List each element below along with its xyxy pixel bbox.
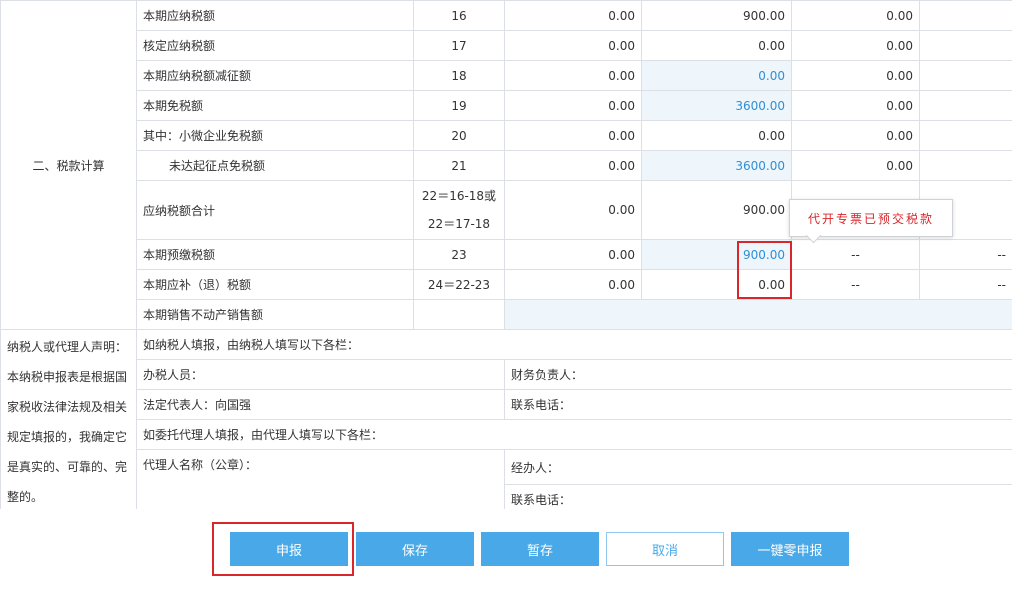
- cell-value[interactable]: 0.00: [504, 0, 642, 31]
- row-label: 本期应纳税额减征额: [136, 60, 414, 91]
- declaration-statement: 纳税人或代理人声明： 本纳税申报表是根据国家税收法律法规及相关规定填报的，我确定…: [0, 329, 137, 515]
- row-label: 核定应纳税额: [136, 30, 414, 61]
- cell-value: --: [791, 269, 920, 300]
- row-label: 未达起征点免税额: [136, 150, 414, 181]
- table-row: 其中：小微企业免税额 20 0.00 0.00 0.00: [1, 120, 1012, 151]
- cell-value[interactable]: 0.00: [504, 239, 642, 270]
- tax-return-page: 二、税款计算 本期应纳税额 16 0.00 900.00 0.00 核定应纳税额…: [0, 0, 1012, 604]
- declaration-title: 纳税人或代理人声明：: [7, 340, 128, 354]
- line-number: 22＝16-18或 22＝17-18: [413, 180, 505, 240]
- handler-label: 经办人：: [503, 449, 1012, 485]
- cell-value[interactable]: 0.00: [504, 90, 642, 121]
- table-row: 代理人名称（公章）： 经办人：: [1, 449, 1012, 515]
- table-row: 二、税款计算 本期应纳税额 16 0.00 900.00 0.00: [0, 0, 1012, 330]
- line-number: 18: [413, 60, 505, 91]
- cell-value[interactable]: 0.00: [504, 150, 642, 181]
- table-row: 如委托代理人填报，由代理人填写以下各栏：: [1, 419, 1012, 450]
- table-row: 核定应纳税额 17 0.00 0.00 0.00: [1, 30, 1012, 61]
- agent-name-label: 代理人名称（公章）：: [136, 449, 505, 515]
- cell-value: --: [919, 239, 1012, 270]
- table-row: 本期销售不动产销售额: [1, 299, 1012, 330]
- cell-value[interactable]: [919, 60, 1012, 91]
- submit-button[interactable]: 申报: [230, 532, 348, 566]
- cell-value[interactable]: 0.00: [791, 30, 920, 61]
- cell-value[interactable]: 0.00: [504, 60, 642, 91]
- cell-value[interactable]: 0.00: [791, 120, 920, 151]
- table-row: 法定代表人：向国强 联系电话：: [1, 389, 1012, 420]
- line-number: 19: [413, 90, 505, 121]
- cell-value[interactable]: 0.00: [791, 60, 920, 91]
- cell-value[interactable]: 0.00: [791, 90, 920, 121]
- prepaid-tax-tooltip: 代开专票已预交税款: [789, 199, 953, 244]
- action-bar: 申报 保存 暂存 取消 一键零申报: [0, 509, 1012, 604]
- cell-value: --: [791, 239, 920, 270]
- line-number: 23: [413, 239, 505, 270]
- table-row: 本期免税额 19 0.00 3600.00 0.00: [1, 90, 1012, 121]
- cell-value[interactable]: [919, 0, 1012, 31]
- zero-submit-button[interactable]: 一键零申报: [731, 532, 849, 566]
- real-estate-sales-input[interactable]: [504, 299, 1012, 330]
- tax-calculation-table: 二、税款计算 本期应纳税额 16 0.00 900.00 0.00 核定应纳税额…: [0, 0, 1012, 330]
- cell-value[interactable]: 900.00: [641, 180, 792, 240]
- row-label: 本期应纳税额: [136, 0, 414, 31]
- cell-value[interactable]: 900.00: [641, 0, 792, 31]
- cell-value[interactable]: 0.00: [504, 120, 642, 151]
- line-number: 17: [413, 30, 505, 61]
- table-row: 本期应纳税额减征额 18 0.00 0.00 0.00: [1, 60, 1012, 91]
- cell-value[interactable]: 0.00: [504, 180, 642, 240]
- editable-cell[interactable]: 3600.00: [641, 150, 792, 181]
- cell-value[interactable]: [919, 90, 1012, 121]
- cell-value[interactable]: 0.00: [641, 30, 792, 61]
- cell-value[interactable]: 0.00: [641, 120, 792, 151]
- cell-value[interactable]: [919, 150, 1012, 181]
- taxpayer-fill-note: 如纳税人填报，由纳税人填写以下各栏：: [135, 329, 1012, 360]
- tax-officer-label: 办税人员：: [136, 359, 505, 390]
- row-label: 本期预缴税额: [136, 239, 414, 270]
- row-label: 本期销售不动产销售额: [136, 299, 414, 330]
- prepaid-tax-cell[interactable]: 900.00: [641, 239, 792, 270]
- line-number: 16: [413, 0, 505, 31]
- cell-value[interactable]: 0.00: [504, 30, 642, 61]
- row-label: 本期免税额: [136, 90, 414, 121]
- row-label: 应纳税额合计: [136, 180, 414, 240]
- declaration-body: 本纳税申报表是根据国家税收法律法规及相关规定填报的，我确定它是真实的、可靠的、完…: [7, 370, 128, 504]
- table-row: 本期应补（退）税额 24＝22-23 0.00 0.00 -- --: [1, 269, 1012, 300]
- editable-cell[interactable]: 3600.00: [641, 90, 792, 121]
- line-formula-b: 22＝17-18: [427, 217, 491, 231]
- cancel-button[interactable]: 取消: [606, 532, 724, 566]
- line-number: 24＝22-23: [413, 269, 505, 300]
- table-row: 办税人员： 财务负责人：: [1, 359, 1012, 390]
- table-row: 纳税人或代理人声明： 本纳税申报表是根据国家税收法律法规及相关规定填报的，我确定…: [0, 329, 1012, 515]
- tooltip-text: 代开专票已预交税款: [807, 211, 934, 226]
- tax-payable-cell[interactable]: 0.00: [641, 269, 792, 300]
- row-label: 其中：小微企业免税额: [136, 120, 414, 151]
- contact-phone-label: 联系电话：: [503, 389, 1012, 420]
- line-number: [413, 299, 505, 330]
- temp-save-button[interactable]: 暂存: [481, 532, 599, 566]
- cell-value[interactable]: 0.00: [791, 0, 920, 31]
- cell-value[interactable]: [919, 120, 1012, 151]
- agent-fill-note: 如委托代理人填报，由代理人填写以下各栏：: [135, 419, 1012, 450]
- line-formula-a: 22＝16-18或: [421, 189, 497, 203]
- section-title: 二、税款计算: [0, 0, 137, 330]
- table-row: 未达起征点免税额 21 0.00 3600.00 0.00: [1, 150, 1012, 181]
- row-label: 本期应补（退）税额: [136, 269, 414, 300]
- cell-value[interactable]: [919, 30, 1012, 61]
- line-number: 21: [413, 150, 505, 181]
- cell-value[interactable]: 0.00: [504, 269, 642, 300]
- cell-value: --: [919, 269, 1012, 300]
- declaration-table: 纳税人或代理人声明： 本纳税申报表是根据国家税收法律法规及相关规定填报的，我确定…: [0, 329, 1012, 515]
- line-number: 20: [413, 120, 505, 151]
- save-button[interactable]: 保存: [356, 532, 474, 566]
- editable-cell[interactable]: 0.00: [641, 60, 792, 91]
- legal-rep-label: 法定代表人：向国强: [136, 389, 505, 420]
- cell-value[interactable]: 0.00: [791, 150, 920, 181]
- table-row: 本期预缴税额 23 0.00 900.00 -- --: [1, 239, 1012, 270]
- finance-head-label: 财务负责人：: [503, 359, 1012, 390]
